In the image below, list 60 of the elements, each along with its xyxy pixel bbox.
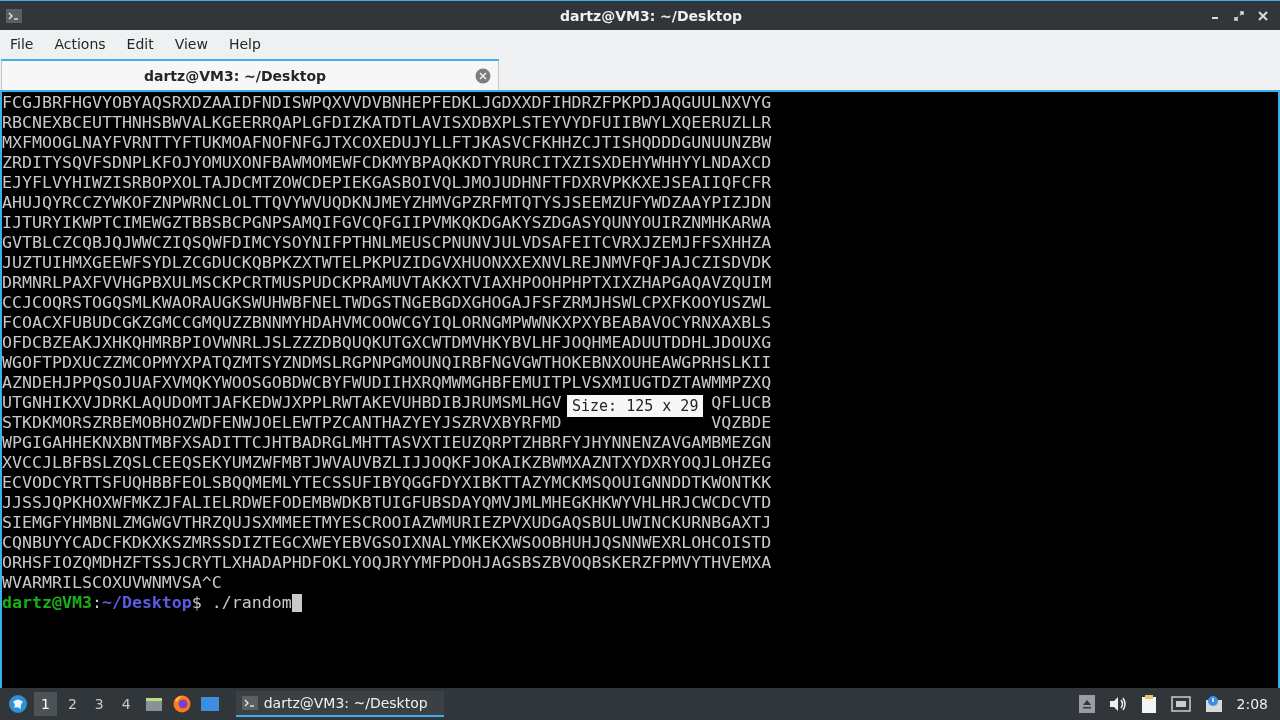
desktop-icon[interactable] <box>199 694 220 714</box>
output-line: GVTBLCZCQBJQJWWCZIQSQWFDIMCYSOYNIFPTHNLMEUSCPNUNVJULVDSAFEITCVRXJZEMJFFSXHHZA <box>2 233 772 253</box>
output-line: SIEMGFYHMBNLZMGWGVTHRZQUJSXMMEETMYESCROOIAZWMURIEZPVXUDGAQSBULUWINCKURNBGAXTJ <box>2 513 772 533</box>
output-line: DRMNRLPAXFVVHGPBXULMSCKPCRTMUSPUDCKPRAMUVTAKKXTVIAXHPOOHPHPTXIXZHAPGAQAVZQUIM <box>2 273 772 293</box>
volume-icon[interactable] <box>1108 696 1127 712</box>
output-line: AHUJQYRCCZYWKOFZNPWRNCLOLTTQVYWVUQDKNJMEYZHMVGPZRFMTQTYSJSEEMZUFYWDZAAYPIZJDN <box>2 193 772 213</box>
terminal-icon <box>241 696 258 710</box>
output-line: ZRDITYSQVFSDNPLKFOJYOMUXONFBAWMOMEWFCDKMYBPAQKKDTYRURCITXZISXDEHYWHHYYLNDAXCD <box>2 153 772 173</box>
taskbar-task[interactable]: dartz@VM3: ~/Desktop <box>235 691 444 717</box>
menu-item[interactable]: View <box>166 35 216 52</box>
menu-item[interactable]: File <box>2 35 42 52</box>
output-line: RBCNEXBCEUTTHNHSBWVALKGEERRQAPLGFDIZKATDTLAVISXDBXPLSTEYVYDFUIIBWYLXQEERUZLLR <box>2 113 772 133</box>
output-line: XVCCJLBFBSLZQSLCEEQSEKYUMZWFMBTJWVAUVBZLIJJOQKFJOKAIKZBWMXAZNTXYDXRYOQJLOHZEG <box>2 453 772 473</box>
prompt-user: dartz@VM3 <box>2 593 92 613</box>
output-line: WPGIGAHHEKNXBNTMBFXSADITTCJHTBADRGLMHTTASVXTIEUZQRPTZHBRFYJHYNNENZAVGAMBMEZGN <box>2 433 772 453</box>
prompt-path: ~/Desktop <box>101 593 192 613</box>
notification-icon[interactable] <box>1204 695 1223 713</box>
clipboard-icon[interactable] <box>1140 694 1157 714</box>
close-tab-icon[interactable] <box>475 67 491 84</box>
eject-icon[interactable] <box>1078 695 1095 713</box>
text-cursor <box>291 594 302 612</box>
clock: 2:08 <box>1236 696 1268 712</box>
close-icon[interactable] <box>1258 10 1268 21</box>
output-line: UTGNHIKXVJDRKLAQUDOMTJAFKEDWJXPPLRWTAKEVUHBDIBJRUMSMLHGV <box>2 393 562 413</box>
output-line: IJTURYIKWPTCIMEWGZTBBSBCPGNPSAMQIFGVCQFGIIPVMKQKDGAKYSZDGASYQUNYOUIRZNMHKARWA <box>2 213 772 233</box>
workspace-button[interactable]: 3 <box>87 692 111 716</box>
output-line: JJSSJQPKHOXWFMKZJFALIELRDWEFODEMBWDKBTUIGFUBSDAYQMVJMLMHEGKHKWYVHLHRJCWCDCVTD <box>2 493 772 513</box>
output-line: MXFMOOGLNAYFVRNTTYFTUKMOAFNOFNFGJTXCOXEDUJYLLFTJKASVCFKHHZCJTISHQDDDGUNUUNZBW <box>2 133 772 153</box>
restore-icon[interactable] <box>1234 10 1244 21</box>
output-line: OFDCBZEAKJXHKQHMRBPIOVWNRLJSLZZZDBQUQKUTGXCWTDMVHKYBVLHFJOQHMEADUUTDDHLJDOUXG <box>2 333 772 353</box>
workspace-button[interactable]: 4 <box>114 692 138 716</box>
network-icon[interactable] <box>1170 696 1191 712</box>
output-line: STKDKMORSZRBEMOBHOZWDFENWJOELEWTPZCANTHAZYEYJSZRVXBYRFMD <box>2 413 562 433</box>
output-line: AZNDEHJPPQSOJUAFXVMQKYWOOSGOBDWCBYFWUDIIHXRQMWMGHBFEMUITPLVSXMIUGTDZTAWMMPZXQ <box>2 373 772 393</box>
workspace-button[interactable]: 1 <box>34 692 57 716</box>
output-line: JUZTUIHMXGEEWFSYDLZCGDUCKQBPKZXTWTELPKPUZIDGVXHUONXXEXNVLREJNMVFQFJAJCZISDVDK <box>2 253 772 273</box>
output-line: FCGJBRFHGVYOBYAQSRXDZAAIDFNDISWPQXVVDVBNHEPFEDKLJGDXXDFIHDRZFPKPDJAQGUULNXVYG <box>2 93 772 113</box>
tab[interactable]: dartz@VM3: ~/Desktop <box>1 59 499 90</box>
output-line: QFLUCB <box>711 393 772 413</box>
output-line: CCJCOQRSTOGQSMLKWAORAUGKSWUHWBFNELTWDGSTNGEBGDXGHOGAJFSFZRMJHSWLCPXFKOOYUSZWL <box>2 293 772 313</box>
output-line: ORHSFIOZQMDHZFTSSJCRYTLXHADAPHDFOKLYOQJRYYMFPDOHJAGSBSZBVOQBSKERZFPMVYTHVEMXA <box>2 553 772 573</box>
prompt-symbol: $ <box>191 593 202 613</box>
size-tooltip: Size: 125 x 29 <box>567 395 704 417</box>
terminal-icon <box>6 8 22 23</box>
output-line: WVARMRILSCOXUVWNMVSA^C <box>2 573 222 593</box>
output-line: CQNBUYYCADCFKDKXKSZMRSSDIZTEGCXWEYEBVGSOIXNALYMKEKXWSOOBHUHJQSNNWEXRLOHCOISTD <box>2 533 772 553</box>
menu-item[interactable]: Edit <box>118 35 162 52</box>
workspace-button[interactable]: 2 <box>60 692 84 716</box>
output-line: WGOFTPDXUCZZMCOPMYXPATQZMTSYZNDMSLRGPNPGMOUNQIRBFNGVGWTHOKEBNXOUHEAWGPRHSLKII <box>2 353 772 373</box>
command-text: ./random <box>211 593 292 613</box>
start-menu-icon[interactable] <box>8 694 28 714</box>
output-line: ECVODCYRTTSFUQHBBFEOLSBQQMEMLYTECSSUFIBYQGGFDYXIBKTTAZYMCKMSQOUIGNNDDTKWONTKK <box>2 473 772 493</box>
window-title: dartz@VM3: ~/Desktop <box>558 7 743 24</box>
output-line: FCOACXFUBUDCGKZGMCCGMQUZZBNNMYHDAHVMCOOWCGYIQLORNGMPWWNKXPXYBEABAVOCYRNXAXBLS <box>2 313 772 333</box>
menu-item[interactable]: Actions <box>46 35 114 52</box>
prompt-colon: : <box>91 593 102 613</box>
browser-icon[interactable] <box>171 694 192 714</box>
output-line: EJYFLVYHIWZISRBOPXOLTAJDCMTZOWCDEPIEKGASBOIVQLJMOJUDHNFTFDXRVPKKXEJSEAIIQFCFR <box>2 173 772 193</box>
menu-item[interactable]: Help <box>220 35 269 52</box>
output-line: VQZBDE <box>711 413 772 433</box>
